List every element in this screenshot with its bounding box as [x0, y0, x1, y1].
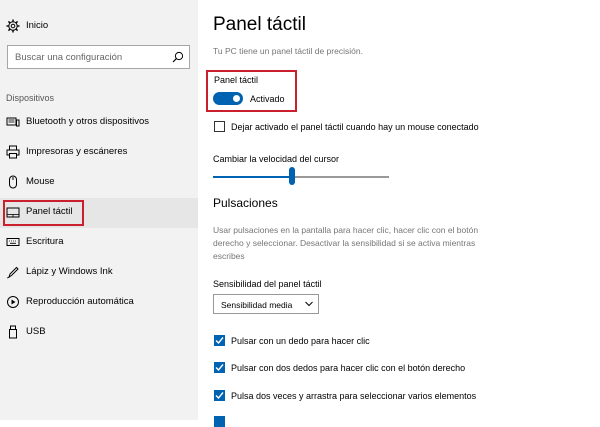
- sidebar-item-typing[interactable]: Escritura: [0, 228, 198, 258]
- main-content: Panel táctil Tu PC tiene un panel táctil…: [198, 0, 600, 427]
- leave-on-checkbox-label: Dejar activado el panel táctil cuando ha…: [231, 122, 479, 132]
- slider-fill: [213, 176, 292, 178]
- option-checkbox[interactable]: [214, 390, 225, 401]
- sidebar-item-label: Reproducción automática: [26, 296, 134, 307]
- gear-icon: [6, 19, 20, 33]
- sidebar: Inicio Buscar una configuración Disposit…: [0, 0, 198, 420]
- cursor-speed-label: Cambiar la velocidad del cursor: [213, 154, 340, 164]
- sidebar-item-label: Lápiz y Windows Ink: [26, 266, 113, 277]
- search-placeholder: Buscar una configuración: [15, 52, 123, 63]
- sidebar-item-label: Bluetooth y otros dispositivos: [26, 116, 150, 127]
- option-checkbox-partial[interactable]: [214, 416, 225, 427]
- page-subtitle: Tu PC tiene un panel táctil de precisión…: [213, 46, 363, 56]
- checkmark-icon: [215, 392, 224, 400]
- bluetooth-devices-icon: [6, 117, 20, 127]
- keyboard-icon: [6, 238, 20, 246]
- option-label: Pulsar con dos dedos para hacer clic con…: [231, 363, 466, 373]
- option-label: Pulsa dos veces y arrastra para seleccio…: [231, 391, 477, 401]
- option-checkbox[interactable]: [214, 362, 225, 373]
- option-label: Pulsar con un dedo para hacer clic: [231, 336, 370, 346]
- sidebar-item-pen[interactable]: Lápiz y Windows Ink: [0, 258, 198, 288]
- checkmark-icon: [215, 337, 224, 345]
- highlight-box-toggle: [206, 70, 297, 112]
- search-icon[interactable]: [172, 51, 184, 63]
- sidebar-item-home[interactable]: Inicio: [0, 12, 198, 42]
- option-checkbox[interactable]: [214, 335, 225, 346]
- checkmark-icon: [215, 364, 224, 372]
- autoplay-icon: [7, 296, 19, 308]
- search-input[interactable]: Buscar una configuración: [7, 45, 190, 69]
- leave-on-checkbox[interactable]: [214, 121, 225, 132]
- sidebar-item-mouse[interactable]: Mouse: [0, 168, 198, 198]
- sensitivity-label: Sensibilidad del panel táctil: [213, 279, 322, 289]
- pen-icon: [6, 266, 19, 279]
- page-title: Panel táctil: [213, 14, 306, 35]
- highlight-box-sidebar: [3, 200, 84, 226]
- sidebar-item-home-label: Inicio: [26, 20, 49, 31]
- usb-icon: [9, 325, 17, 339]
- taps-heading: Pulsaciones: [213, 196, 278, 210]
- chevron-down-icon: [305, 301, 313, 307]
- sidebar-item-bluetooth[interactable]: Bluetooth y otros dispositivos: [0, 108, 198, 138]
- printer-icon: [6, 145, 20, 159]
- sidebar-item-printers[interactable]: Impresoras y escáneres: [0, 138, 198, 168]
- sidebar-item-label: Mouse: [26, 176, 55, 187]
- taps-description: Usar pulsaciones en la pantalla para hac…: [213, 225, 479, 261]
- mouse-icon: [9, 175, 17, 189]
- sensitivity-value: Sensibilidad media: [221, 300, 293, 310]
- sidebar-item-autoplay[interactable]: Reproducción automática: [0, 288, 198, 318]
- cursor-speed-slider[interactable]: [213, 176, 389, 178]
- section-label-devices: Dispositivos: [6, 93, 55, 103]
- sidebar-item-usb[interactable]: USB: [0, 318, 198, 348]
- slider-thumb[interactable]: [289, 167, 295, 185]
- sidebar-item-label: Escritura: [26, 236, 64, 247]
- sensitivity-dropdown[interactable]: Sensibilidad media: [213, 294, 319, 314]
- sidebar-item-label: USB: [26, 326, 46, 337]
- sidebar-item-label: Impresoras y escáneres: [26, 146, 128, 157]
